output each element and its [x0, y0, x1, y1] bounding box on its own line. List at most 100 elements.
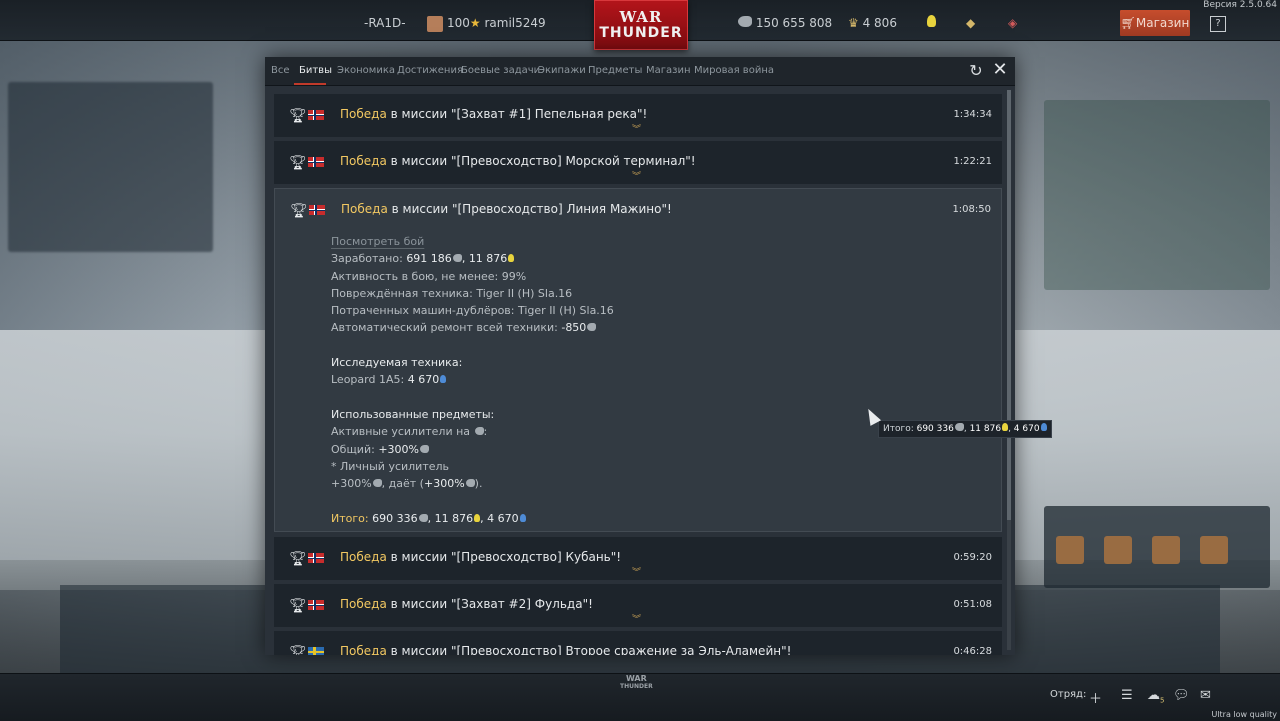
lightbulb-icon [927, 15, 936, 27]
refresh-icon[interactable]: ↻ [967, 62, 985, 80]
battle-list: 🏆︎ Победа в миссии "[Захват #1] Пепельна… [274, 94, 1002, 655]
battle-time: 0:46:28 [953, 646, 992, 655]
chevron-down-icon[interactable]: ︾ [632, 169, 641, 182]
battle-result: Победа [340, 644, 387, 655]
gb-flag-icon [309, 205, 325, 215]
silver-lion-icon [587, 323, 597, 332]
vehicle-research-icon [519, 513, 526, 522]
chevron-down-icon[interactable]: ︾ [632, 122, 641, 135]
shop-button-label: Магазин [1135, 16, 1190, 30]
vehicle-research-icon [440, 375, 447, 384]
tooltip-rp: 11 876 [969, 424, 1002, 434]
bottom-bar: WAR THUNDER Отряд: ＋ ☰ ☁5 💬︎ ✉ Ultra low … [0, 673, 1280, 721]
tab-battle-tasks[interactable]: Боевые задачи [461, 65, 540, 76]
gb-flag-icon [308, 110, 324, 120]
personal-booster-line: * Личный усилитель [331, 459, 450, 473]
war-thunder-logo[interactable]: WAR THUNDER [594, 0, 688, 50]
watch-battle-link[interactable]: Посмотреть бой [331, 235, 424, 248]
trophy-icon: 🏆︎ [290, 203, 308, 219]
battle-mission: в миссии "[Захват #1] Пепельная река"! [386, 107, 648, 121]
battle-row[interactable]: 🏆︎ Победа в миссии "[Захват #1] Пепельна… [274, 94, 1002, 137]
tab-achievements[interactable]: Достижения [397, 65, 463, 76]
personal-value: +300% [331, 477, 372, 491]
player-profile[interactable]: 100★ ramil5249 [427, 0, 546, 40]
gives-end: ). [474, 477, 483, 491]
close-icon[interactable]: ✕ [991, 61, 1009, 79]
scrollbar[interactable] [1007, 90, 1011, 650]
silver-lion-icon [474, 427, 484, 436]
boosters-label: Активные усилители на [331, 425, 474, 439]
add-squad-member-icon[interactable]: ＋ [1089, 688, 1102, 707]
chevron-down-icon[interactable]: ︾ [632, 565, 641, 578]
total-line: Итого: 690 336, 11 876, 4 670 [331, 510, 614, 527]
silver-lion-icon [452, 254, 462, 263]
research-header: Исследуемая техника: [331, 356, 463, 370]
silver-lion-icon [954, 423, 964, 431]
gb-flag-icon [308, 600, 324, 610]
gb-flag-icon [308, 553, 324, 563]
bottom-logo-line1: WAR [625, 674, 647, 683]
research-points-button[interactable] [926, 0, 936, 40]
battle-row[interactable]: 🏆︎ Победа в миссии "[Захват #2] Фульда"!… [274, 584, 1002, 627]
coupon-icon[interactable]: ◈ [1008, 0, 1017, 40]
premium-icon[interactable]: ◆ [966, 0, 975, 40]
battle-title: Победа в миссии "[Превосходство] Морской… [340, 154, 696, 168]
tab-economy[interactable]: Экономика [337, 65, 395, 76]
battle-result: Победа [341, 202, 388, 216]
silver-lion-icon [738, 16, 752, 27]
earned-line: Заработано: 691 186, 11 876 [331, 250, 614, 267]
battle-log-dialog: Все Битвы Экономика Достижения Боевые за… [265, 57, 1015, 655]
battle-time: 1:08:50 [952, 204, 991, 215]
clan-tag[interactable]: -RA1D- [364, 0, 406, 40]
bottom-logo-line2: THUNDER [620, 683, 653, 690]
help-button[interactable]: ? [1210, 16, 1226, 32]
chat-icon[interactable]: 💬︎ [1173, 688, 1190, 703]
tab-world-war[interactable]: Мировая война [694, 65, 774, 76]
quality-label: Ultra low quality [1211, 710, 1277, 719]
earned-sl: 691 186 [406, 252, 452, 266]
silver-lions-value: 150 655 808 [755, 16, 833, 30]
battle-mission: в миссии "[Превосходство] Морской термин… [386, 154, 696, 168]
repair-value: -850 [561, 321, 587, 335]
total-sl: 690 336 [372, 511, 418, 525]
mail-icon[interactable]: ✉ [1200, 688, 1211, 703]
golden-eagles-balance[interactable]: ♛ 4 806 [848, 0, 897, 40]
top-bar: -RA1D- 100★ ramil5249 WAR THUNDER 150 65… [0, 0, 1280, 50]
logo-line2: THUNDER [599, 25, 683, 41]
tab-shop[interactable]: Магазин [646, 65, 691, 76]
silver-lions-balance[interactable]: 150 655 808 [737, 0, 832, 40]
background-left-panel [8, 82, 213, 252]
damaged-vehicles-line: Повреждённая техника: Tiger II (H) Sla.1… [331, 286, 573, 300]
tab-all[interactable]: Все [271, 65, 290, 76]
shop-button[interactable]: 🛒︎Магазин [1120, 10, 1190, 36]
battle-row[interactable]: 🏆︎ Победа в миссии "[Превосходство] Морс… [274, 141, 1002, 184]
tab-items[interactable]: Предметы [588, 65, 642, 76]
battle-time: 0:59:20 [953, 552, 992, 563]
earned-rp: 11 876 [468, 252, 508, 266]
battle-row[interactable]: 🏆︎ Победа в миссии "[Превосходство] Куба… [274, 537, 1002, 580]
tab-battles[interactable]: Битвы [299, 65, 332, 76]
avatar [427, 15, 443, 32]
research-value: 4 670 [407, 373, 440, 387]
battle-row-expanded[interactable]: 🏆︎ Победа в миссии "[Превосходство] Лини… [274, 188, 1002, 532]
silver-lion-icon [418, 513, 428, 522]
list-icon[interactable]: ☰ [1121, 688, 1133, 703]
friends-icon[interactable]: ☁5 [1147, 688, 1164, 705]
scrollbar-thumb[interactable] [1007, 90, 1011, 520]
trophy-icon: 🏆︎ [289, 108, 307, 124]
battle-result: Победа [340, 597, 387, 611]
sweden-flag-icon [308, 647, 324, 655]
silver-lion-icon [465, 479, 475, 488]
battle-row[interactable]: 🏆︎ Победа в миссии "[Превосходство] Втор… [274, 631, 1002, 655]
trophy-icon: 🏆︎ [289, 645, 307, 655]
battle-mission: в миссии "[Превосходство] Второе сражени… [386, 644, 792, 655]
chevron-down-icon[interactable]: ︾ [632, 612, 641, 625]
crate-icon [1056, 536, 1084, 564]
battle-title: Победа в миссии "[Захват #2] Фульда"! [340, 597, 593, 611]
crate-icon [1104, 536, 1132, 564]
general-label: Общий: [331, 442, 379, 456]
battle-result: Победа [340, 154, 387, 168]
tab-crews[interactable]: Экипажи [538, 65, 586, 76]
boosters-line: Активные усилители на : [331, 425, 488, 439]
trophy-icon: 🏆︎ [289, 598, 307, 614]
